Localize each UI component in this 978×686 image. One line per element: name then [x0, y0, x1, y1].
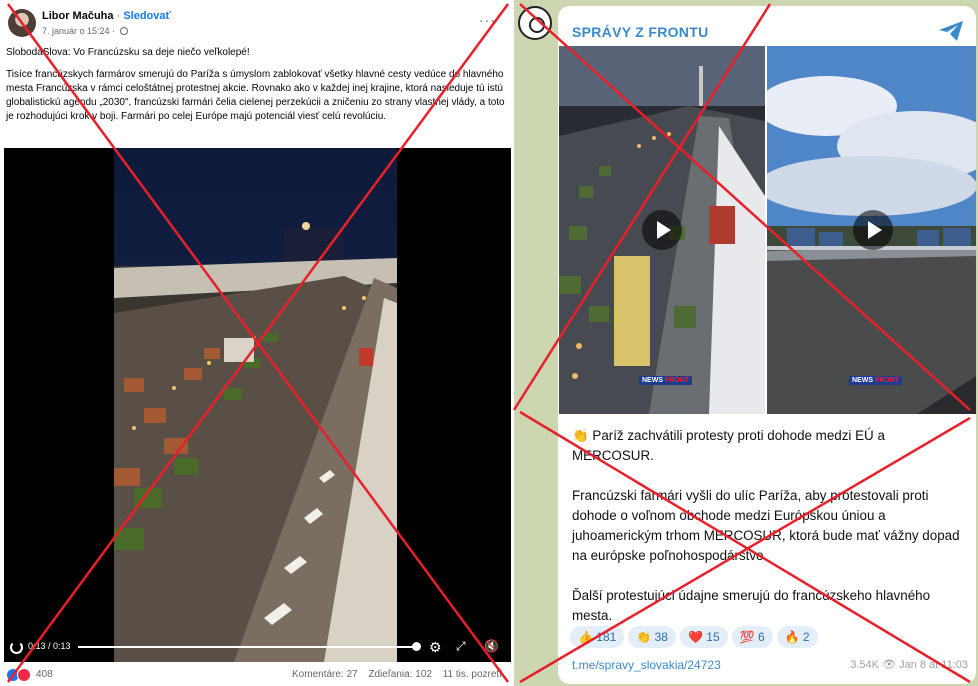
video-thumbnail-1[interactable]: NEWS FRONT — [559, 46, 765, 414]
telegram-post: SPRÁVY Z FRONTU NEWS FRONT NEWS FRONT 👏 … — [514, 0, 978, 686]
more-options-icon[interactable]: ··· — [479, 12, 496, 28]
post-footer: 408 Komentáre: 27 Zdieľania: 102 11 tis.… — [0, 666, 512, 686]
reaction-count: 15 — [706, 630, 720, 644]
channel-avatar[interactable] — [518, 6, 552, 40]
post-date-text: 7. január o 15:24 · — [42, 26, 116, 36]
reaction-chip[interactable]: 💯 6 — [731, 626, 773, 648]
watermark-front: FRONT — [874, 377, 900, 384]
video-progress-bar[interactable] — [78, 646, 416, 648]
reaction-emoji: 🔥 — [784, 630, 800, 644]
video-time: 0:13 / 0:13 — [28, 641, 71, 651]
follow-link[interactable]: Sledovať — [123, 10, 170, 22]
video-scrubber[interactable] — [412, 642, 421, 651]
message-bubble: SPRÁVY Z FRONTU NEWS FRONT NEWS FRONT 👏 … — [558, 6, 976, 684]
post-body: Tisíce francúzskych farmárov smerujú do … — [6, 69, 505, 122]
telegram-share-icon[interactable] — [938, 20, 964, 42]
reaction-count: 2 — [802, 630, 810, 644]
facebook-post: Libor Mačuha · Sledovať 7. január o 15:2… — [0, 0, 512, 686]
post-date[interactable]: 7. január o 15:24 · — [42, 26, 128, 36]
newsfront-watermark: NEWS FRONT — [849, 376, 903, 385]
reaction-chip[interactable]: ❤️ 15 — [679, 626, 728, 648]
video-frame — [114, 148, 397, 662]
paragraph-2: Francúzski farmári vyšli do ulíc Paríža,… — [572, 488, 960, 563]
channel-title[interactable]: SPRÁVY Z FRONTU — [572, 24, 708, 40]
shares-count[interactable]: Zdieľania: 102 — [368, 669, 432, 680]
reactions-count[interactable]: 408 — [36, 669, 53, 680]
post-headline: SlobodaSlova: Vo Francúzsku sa deje nieč… — [6, 47, 250, 58]
reaction-count: 181 — [596, 630, 617, 644]
author-avatar[interactable] — [8, 9, 36, 37]
paragraph-3: Ďalší protestujúci údajne smerujú do fra… — [572, 588, 931, 623]
reaction-count: 38 — [654, 630, 668, 644]
views-count: 11 tis. pozretí — [442, 669, 502, 680]
reaction-emoji: 👍 — [578, 630, 593, 644]
play-icon[interactable] — [642, 210, 682, 250]
comments-count[interactable]: Komentáre: 27 — [292, 669, 358, 680]
newsfront-watermark: NEWS FRONT — [639, 376, 693, 385]
replay-icon[interactable] — [10, 641, 23, 654]
expand-icon[interactable]: ⤢ — [456, 639, 466, 654]
watermark-front: FRONT — [664, 377, 690, 384]
video-thumbnail-2[interactable]: NEWS FRONT — [767, 46, 976, 414]
play-icon[interactable] — [853, 210, 893, 250]
reaction-emoji: ❤️ — [687, 630, 703, 644]
post-link[interactable]: t.me/spravy_slovakia/24723 — [572, 658, 721, 672]
reaction-emoji: 👏 — [636, 630, 652, 644]
video-player[interactable]: 0:13 / 0:13 ⚙ ⤢ 🔇 — [4, 148, 511, 662]
author-name[interactable]: Libor Mačuha — [42, 10, 114, 22]
eye-icon: 👁 — [882, 659, 897, 671]
reaction-chip[interactable]: 👏 38 — [628, 626, 676, 648]
reaction-icons[interactable] — [6, 668, 32, 682]
views-count: 3.54K — [850, 659, 879, 671]
muted-speaker-icon[interactable]: 🔇 — [484, 639, 499, 653]
reactions-bar: 👍 181 👏 38 ❤️ 15 💯 6 🔥 2 — [570, 626, 822, 650]
paragraph-1: 👏 Paríž zachvátili protesty proti dohode… — [572, 428, 885, 463]
author-line: Libor Mačuha · Sledovať — [42, 10, 171, 22]
gear-icon[interactable]: ⚙ — [429, 639, 442, 656]
globe-icon — [119, 27, 128, 35]
separator-dot: · — [116, 10, 121, 22]
reaction-count: 6 — [757, 630, 765, 644]
watermark-news: NEWS — [642, 377, 663, 384]
reaction-chip[interactable]: 👍 181 — [570, 626, 625, 648]
watermark-news: NEWS — [852, 377, 873, 384]
love-reaction-icon — [17, 668, 31, 682]
post-date: Jan 8 at 11:03 — [899, 659, 968, 671]
video-controls: 0:13 / 0:13 ⚙ ⤢ 🔇 — [4, 632, 511, 662]
reaction-chip[interactable]: 🔥 2 — [776, 626, 818, 648]
message-text: 👏 Paríž zachvátili protesty proti dohode… — [572, 426, 968, 646]
reaction-emoji: 💯 — [739, 630, 755, 644]
post-stats: Komentáre: 27 Zdieľania: 102 11 tis. poz… — [284, 669, 502, 680]
post-meta: 3.54K 👁 Jan 8 at 11:03 — [850, 658, 968, 671]
